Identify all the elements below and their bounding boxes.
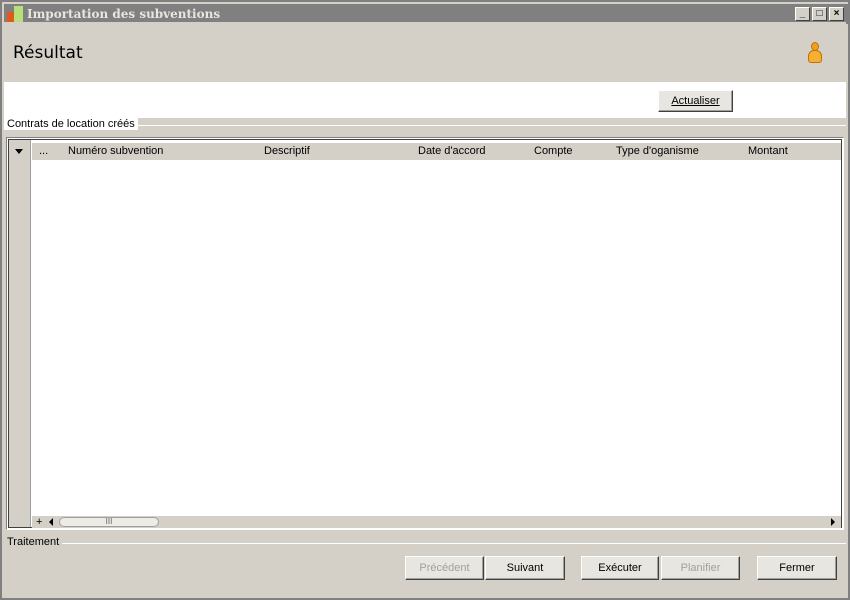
contracts-group-label: Contrats de location créés (4, 118, 138, 130)
column-header-account[interactable]: Compte (534, 145, 573, 157)
refresh-button[interactable]: Actualiser (658, 90, 733, 112)
schedule-button[interactable]: Planifier (661, 556, 740, 580)
close-window-button[interactable]: × (829, 7, 844, 21)
column-header-amount[interactable]: Montant (748, 145, 788, 157)
scroll-right-icon[interactable] (831, 518, 835, 526)
close-button[interactable]: Fermer (757, 556, 837, 580)
user-icon (806, 42, 824, 66)
grid-row-selector-column (9, 140, 31, 527)
page-header: Résultat (2, 22, 846, 82)
next-button[interactable]: Suivant (485, 556, 565, 580)
add-row-button[interactable]: + (36, 516, 42, 528)
column-header-grant-number[interactable]: Numéro subvention (68, 145, 163, 157)
column-header-description[interactable]: Descriptif (264, 145, 310, 157)
processing-divider (4, 543, 846, 544)
dropdown-arrow-icon[interactable] (15, 149, 23, 154)
grid-header-row: ... Numéro subvention Descriptif Date d'… (32, 143, 841, 160)
maximize-button[interactable]: □ (812, 7, 827, 21)
window-title: Importation des subventions (27, 7, 221, 21)
column-header-organization-type[interactable]: Type d'oganisme (616, 145, 699, 157)
contracts-grid[interactable]: ... Numéro subvention Descriptif Date d'… (6, 137, 844, 530)
column-header-options[interactable]: ... (39, 145, 48, 157)
title-bar[interactable]: Importation des subventions _ □ × (4, 4, 848, 24)
app-icon (7, 6, 23, 22)
page-title: Résultat (13, 43, 83, 63)
minimize-button[interactable]: _ (795, 7, 810, 21)
execute-button[interactable]: Exécuter (581, 556, 659, 580)
processing-group-label: Traitement (4, 536, 63, 548)
scroll-left-icon[interactable] (49, 518, 53, 526)
column-header-agreement-date[interactable]: Date d'accord (418, 145, 486, 157)
scroll-thumb[interactable]: III (59, 517, 159, 527)
previous-button[interactable]: Précédent (405, 556, 484, 580)
